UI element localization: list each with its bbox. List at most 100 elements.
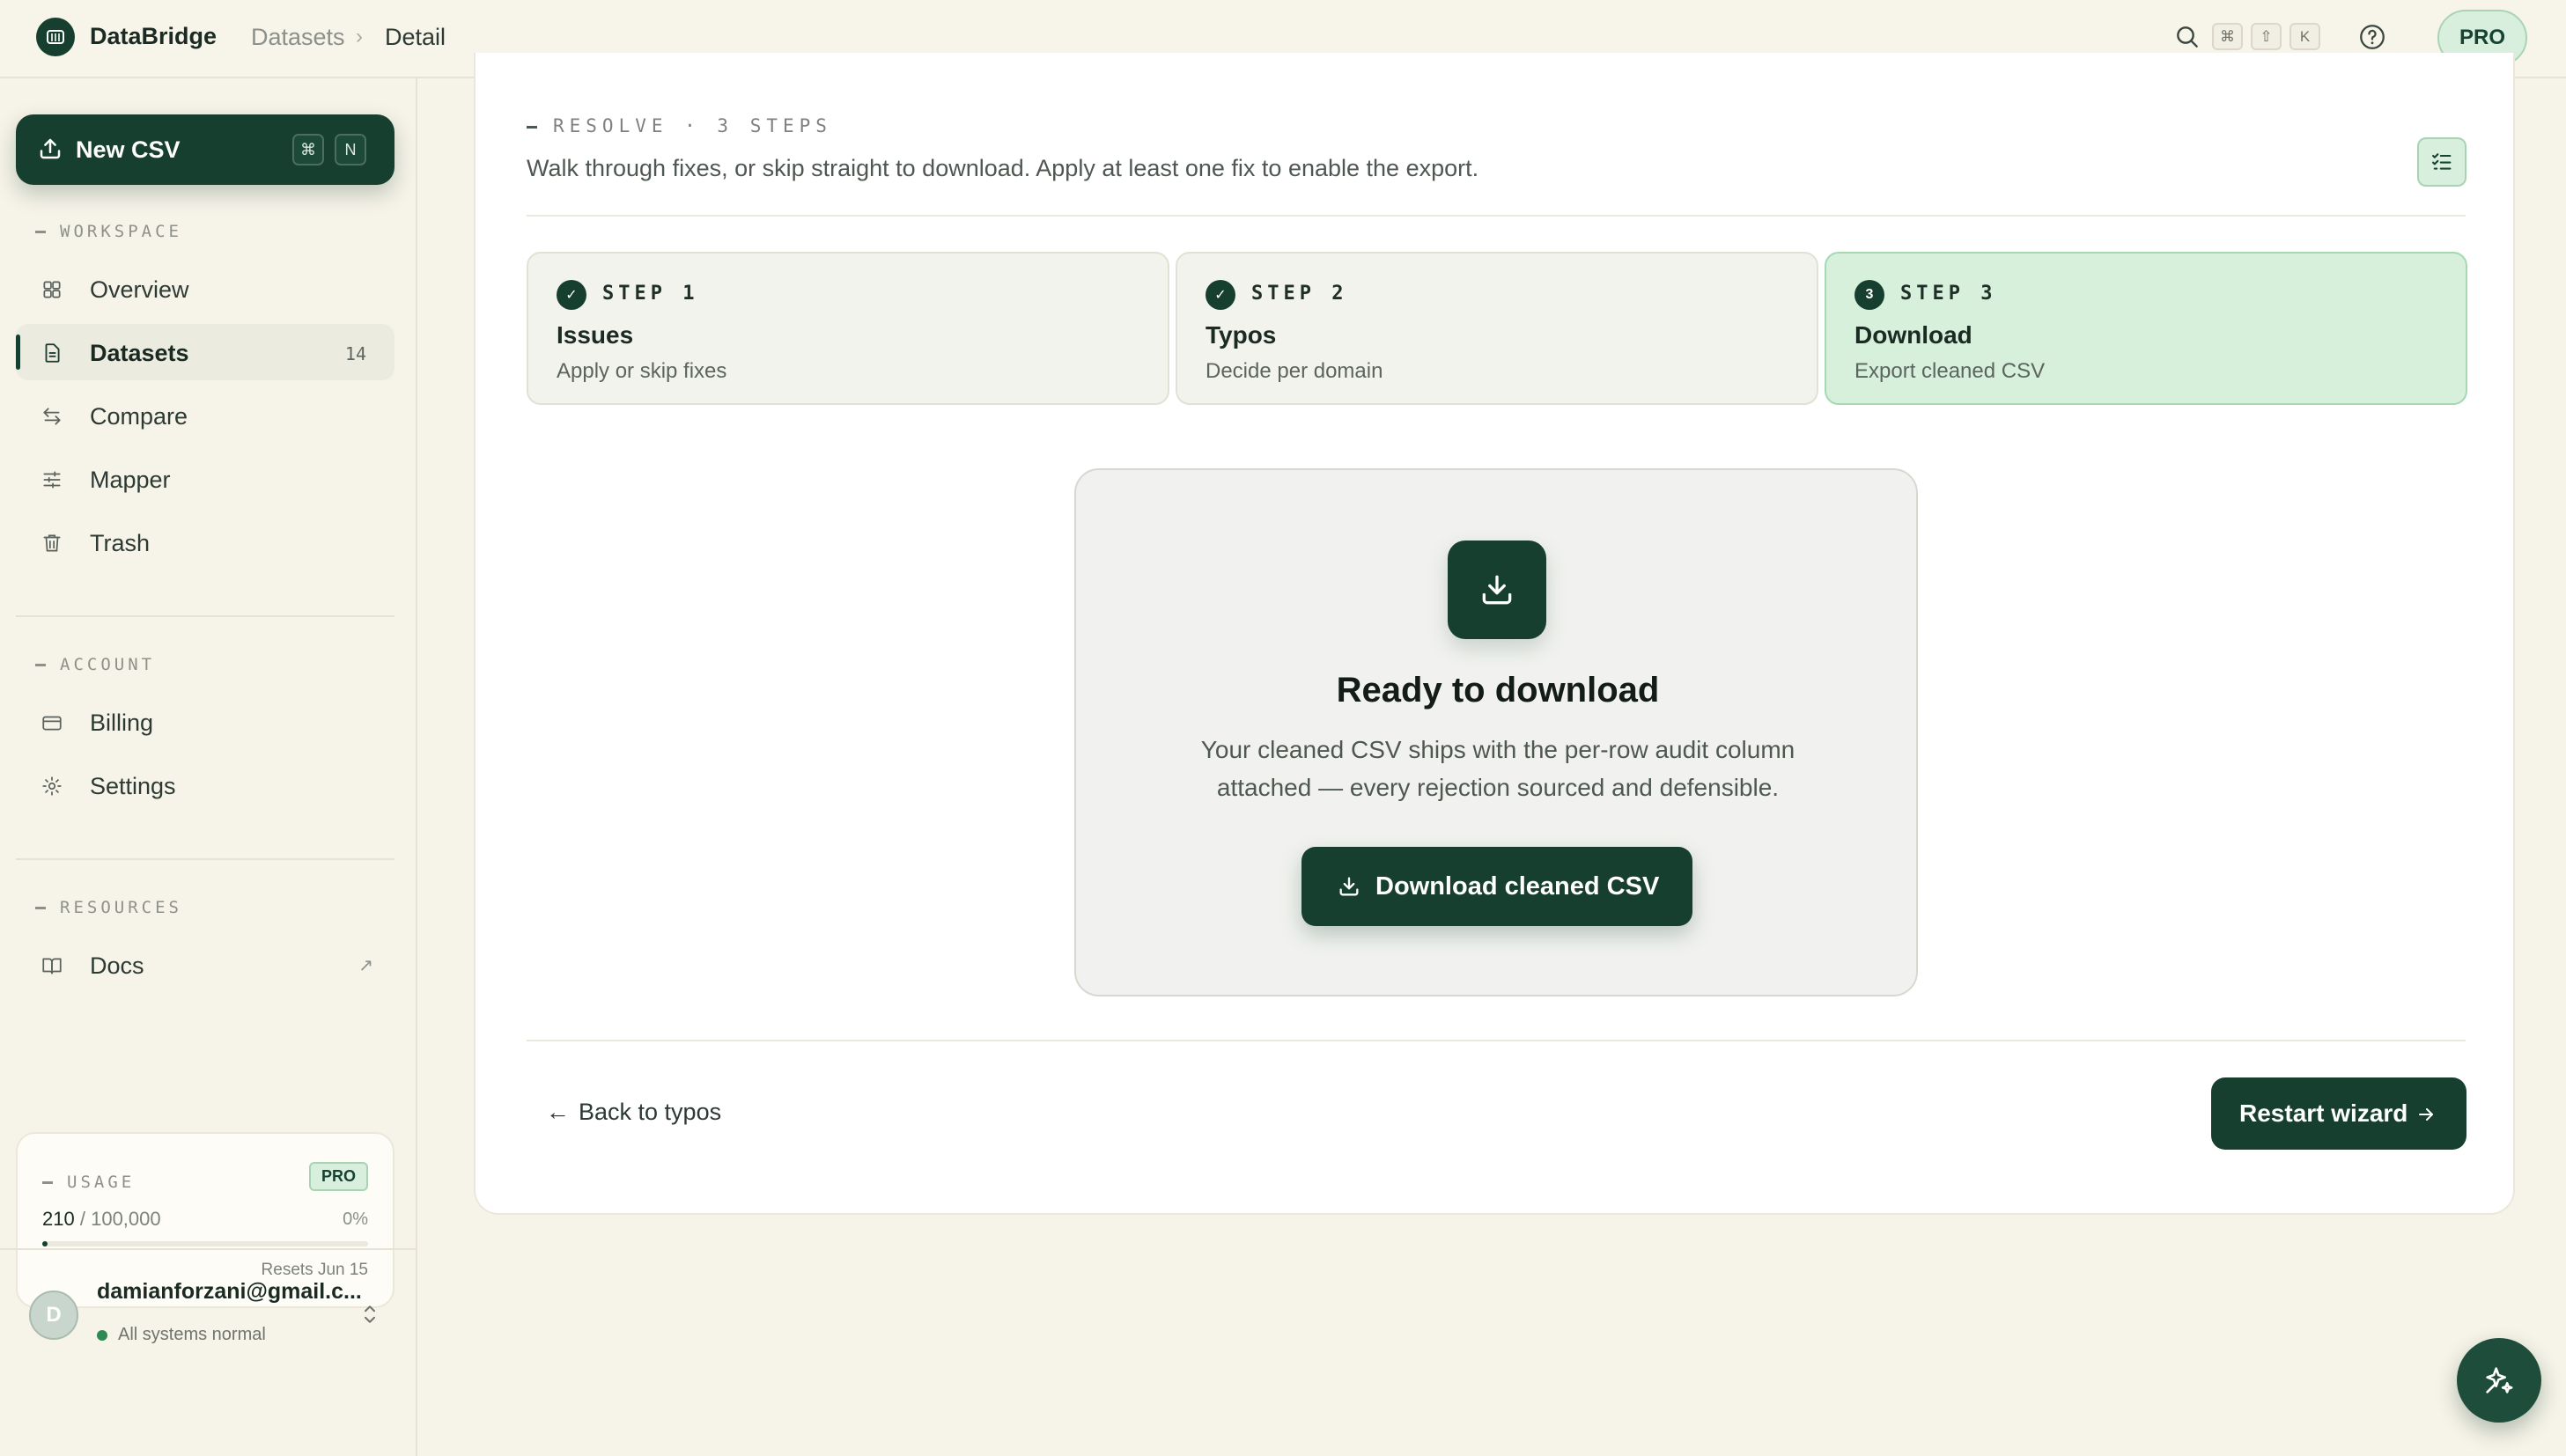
resolve-heading: RESOLVE · 3 STEPS xyxy=(527,115,832,136)
new-csv-key-n: N xyxy=(335,134,366,165)
step-title: Download xyxy=(1854,321,1972,349)
step-tag: STEP 1 xyxy=(602,283,699,305)
usage-limit: 100,000 xyxy=(91,1208,161,1230)
download-icon xyxy=(1337,874,1361,899)
step-issues[interactable]: ✓ STEP 1 Issues Apply or skip fixes xyxy=(527,252,1169,405)
usage-used: 210 xyxy=(42,1208,75,1230)
shortcut-key-k: K xyxy=(2289,23,2320,50)
download-csv-button[interactable]: Download cleaned CSV xyxy=(1301,847,1692,926)
sidebar-item-label: Datasets xyxy=(90,340,189,366)
sidebar-item-billing[interactable]: Billing xyxy=(16,694,394,750)
sidebar-item-label: Docs xyxy=(90,952,144,979)
sidebar-item-label: Trash xyxy=(90,530,151,556)
sidebar-item-settings[interactable]: Settings xyxy=(16,757,394,813)
arrows-icon xyxy=(41,405,63,428)
shortcut-key-cmd: ⌘ xyxy=(2212,23,2243,50)
step-check-icon: ✓ xyxy=(557,280,586,310)
sidebar-item-compare[interactable]: Compare xyxy=(16,387,394,444)
sidebar-item-label: Compare xyxy=(90,403,188,430)
back-to-typos-link[interactable]: ← Back to typos xyxy=(546,1099,721,1126)
download-panel: Ready to download Your cleaned CSV ships… xyxy=(1074,468,1918,996)
datasets-count: 14 xyxy=(344,343,366,364)
upload-icon xyxy=(37,136,63,162)
sidebar-item-trash[interactable]: Trash xyxy=(16,514,394,570)
new-csv-key-cmd: ⌘ xyxy=(292,134,324,165)
usage-percent: 0% xyxy=(343,1210,368,1229)
step-title: Typos xyxy=(1206,321,1277,349)
section-divider xyxy=(527,1040,2466,1041)
checklist-icon xyxy=(2432,153,2452,170)
arrow-left-icon: ← xyxy=(546,1099,570,1125)
shortcut-key-shift: ⇧ xyxy=(2251,23,2282,50)
step-subtitle: Export cleaned CSV xyxy=(1854,359,2046,383)
sidebar-item-label: Settings xyxy=(90,773,176,799)
sidebar-item-docs[interactable]: Docs ↗ xyxy=(16,937,394,993)
step-number: 3 xyxy=(1854,280,1884,310)
sidebar-item-datasets[interactable]: Datasets 14 xyxy=(16,324,394,380)
resolve-card: RESOLVE · 3 STEPS Walk through fixes, or… xyxy=(474,53,2515,1215)
usage-progress-fill xyxy=(42,1241,48,1246)
resources-heading: RESOURCES xyxy=(35,898,182,917)
workspace-heading: WORKSPACE xyxy=(35,222,182,241)
sidebar-item-label: Overview xyxy=(90,276,189,303)
arrow-right-icon xyxy=(2415,1104,2437,1125)
app-name[interactable]: DataBridge xyxy=(90,23,217,50)
sidebar-item-mapper[interactable]: Mapper xyxy=(16,451,394,507)
back-link-label: Back to typos xyxy=(579,1099,722,1125)
restart-wizard-button[interactable]: Restart wizard xyxy=(2211,1077,2466,1150)
sidebar-item-overview[interactable]: Overview xyxy=(16,261,394,317)
section-divider xyxy=(527,215,2466,217)
sidebar: New CSV ⌘ N WORKSPACE Overview Datasets … xyxy=(0,78,417,1456)
sidebar-item-label: Mapper xyxy=(90,467,171,493)
step-check-icon: ✓ xyxy=(1206,280,1235,310)
usage-heading: USAGE xyxy=(42,1173,135,1192)
user-email[interactable]: damianforzani@gmail.c... xyxy=(97,1279,362,1305)
system-status: All systems normal xyxy=(118,1325,266,1344)
gear-icon xyxy=(41,775,63,798)
databridge-logo-icon xyxy=(47,30,64,44)
sliders-icon xyxy=(41,468,63,491)
usage-plan-badge: PRO xyxy=(308,1162,368,1191)
card-icon xyxy=(41,711,63,734)
new-csv-button[interactable]: New CSV ⌘ N xyxy=(16,114,394,185)
ai-assistant-button[interactable] xyxy=(2457,1338,2541,1423)
sidebar-divider xyxy=(0,1248,417,1250)
breadcrumb-datasets[interactable]: Datasets xyxy=(251,24,345,51)
grid-icon xyxy=(41,278,63,301)
resolve-description: Walk through fixes, or skip straight to … xyxy=(527,155,1479,181)
account-heading: ACCOUNT xyxy=(35,655,155,674)
chevron-updown-icon xyxy=(365,1305,375,1323)
book-icon xyxy=(41,954,63,977)
sidebar-item-label: Billing xyxy=(90,710,154,736)
account-switcher-button[interactable] xyxy=(360,1301,380,1327)
sidebar-divider xyxy=(16,858,394,860)
download-description: Your cleaned CSV ships with the per-row … xyxy=(1200,736,1795,801)
search-button[interactable] xyxy=(2173,23,2201,51)
step-subtitle: Decide per domain xyxy=(1206,359,1383,383)
avatar[interactable]: D xyxy=(29,1291,78,1340)
search-icon xyxy=(2177,26,2198,48)
brand-logo[interactable] xyxy=(36,18,75,56)
usage-reset-date: Resets Jun 15 xyxy=(261,1261,368,1279)
status-dot xyxy=(97,1330,107,1341)
help-button[interactable] xyxy=(2357,22,2387,52)
sidebar-divider xyxy=(16,615,394,617)
download-title: Ready to download xyxy=(1336,671,1660,710)
download-icon xyxy=(1448,540,1546,639)
checklist-button[interactable] xyxy=(2417,137,2466,187)
download-csv-label: Download cleaned CSV xyxy=(1375,872,1660,901)
step-subtitle: Apply or skip fixes xyxy=(557,359,727,383)
step-title: Issues xyxy=(557,321,634,349)
breadcrumb-separator-icon: › xyxy=(356,25,363,48)
step-typos[interactable]: ✓ STEP 2 Typos Decide per domain xyxy=(1176,252,1818,405)
new-csv-label: New CSV xyxy=(76,136,181,163)
trash-icon xyxy=(41,532,63,555)
help-icon xyxy=(2360,25,2385,49)
step-tag: STEP 3 xyxy=(1900,283,1997,305)
step-download[interactable]: 3 STEP 3 Download Export cleaned CSV xyxy=(1825,252,2467,405)
usage-separator: / xyxy=(79,1208,85,1230)
usage-progress-bar xyxy=(42,1241,368,1246)
breadcrumb-current: Detail xyxy=(385,24,446,50)
file-icon xyxy=(41,342,63,364)
restart-wizard-label: Restart wizard xyxy=(2239,1099,2408,1127)
